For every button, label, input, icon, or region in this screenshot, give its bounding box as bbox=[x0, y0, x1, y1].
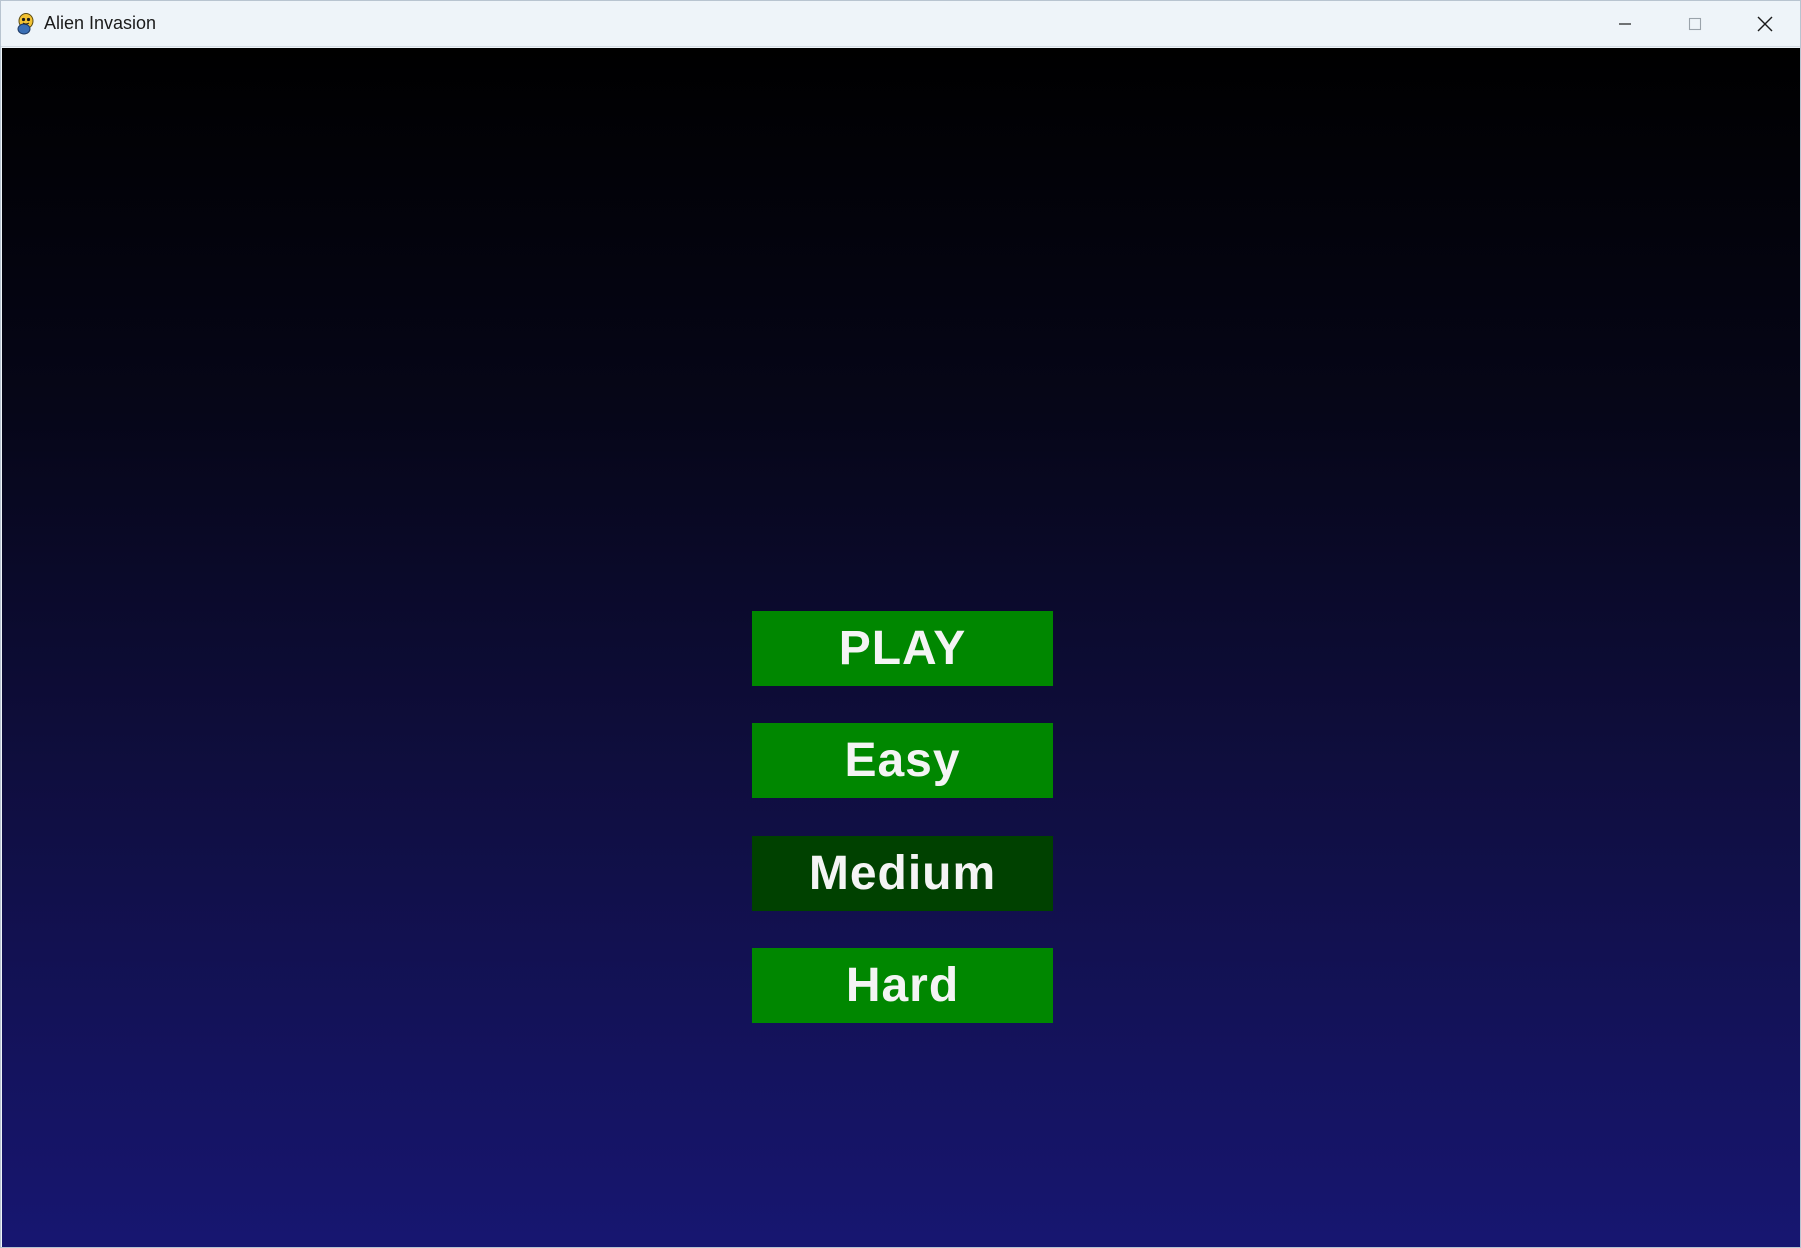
game-canvas[interactable]: PLAY Easy Medium Hard bbox=[2, 48, 1800, 1247]
minimize-button[interactable] bbox=[1590, 1, 1660, 47]
window-title: Alien Invasion bbox=[44, 13, 157, 33]
close-button[interactable] bbox=[1730, 1, 1800, 47]
pygame-snake-icon bbox=[17, 13, 34, 35]
title-bar[interactable]: Alien Invasion bbox=[1, 1, 1800, 47]
window-controls bbox=[1590, 1, 1800, 47]
hard-button[interactable]: Hard bbox=[752, 948, 1053, 1023]
app-window: Alien Invasion PLAY Easy Medium Hard bbox=[0, 0, 1801, 1248]
maximize-button[interactable] bbox=[1660, 1, 1730, 47]
play-button[interactable]: PLAY bbox=[752, 611, 1053, 686]
maximize-icon bbox=[1688, 17, 1702, 31]
easy-button[interactable]: Easy bbox=[752, 723, 1053, 798]
close-icon bbox=[1757, 16, 1773, 32]
medium-button[interactable]: Medium bbox=[752, 836, 1053, 911]
minimize-icon bbox=[1619, 23, 1631, 25]
